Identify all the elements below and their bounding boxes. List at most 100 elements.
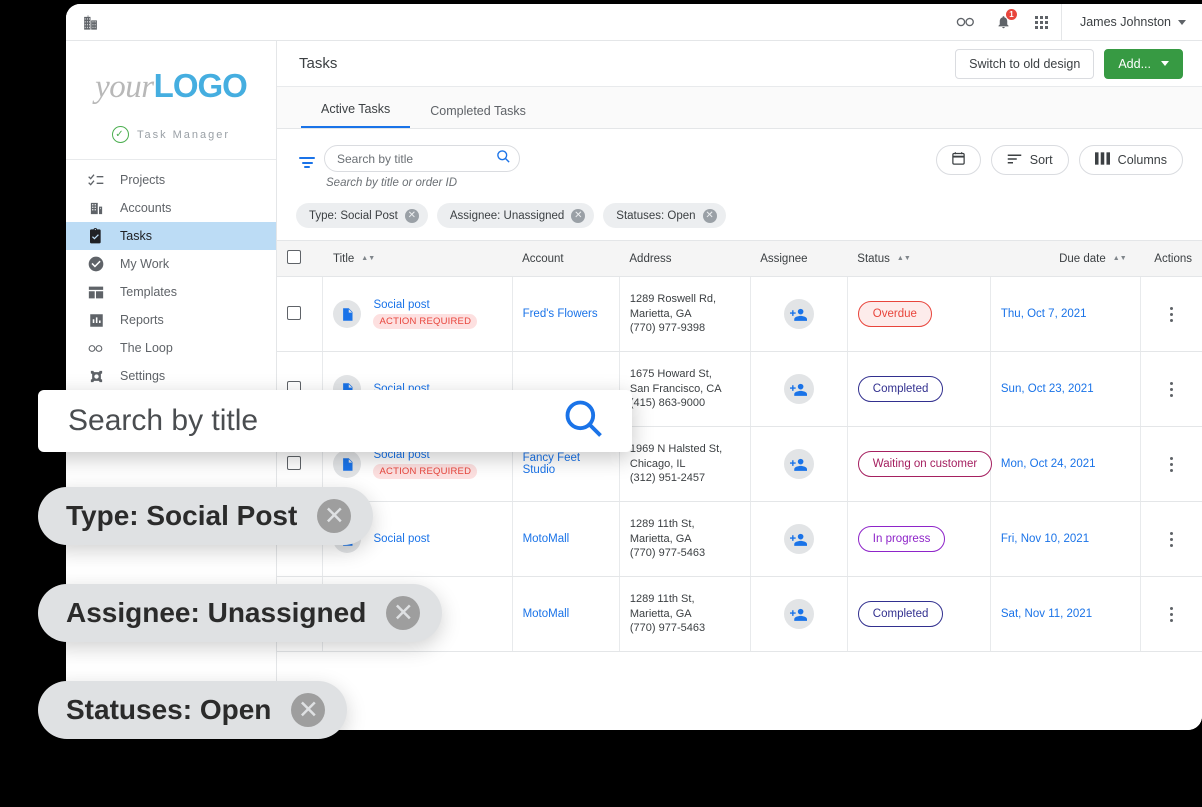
th-select-all[interactable] xyxy=(277,240,323,277)
sidebar-item-my-work[interactable]: My Work xyxy=(66,250,276,278)
sidebar-item-projects[interactable]: Projects xyxy=(66,166,276,194)
row-address-cell: 1289 11th St, Marietta, GA (770) 977-546… xyxy=(619,501,751,577)
close-icon[interactable]: ✕ xyxy=(386,596,421,630)
notifications-bell-icon[interactable]: 1 xyxy=(985,4,1023,41)
due-date-link[interactable]: Thu, Oct 7, 2021 xyxy=(1001,308,1087,320)
th-due-date[interactable]: Due date ▲▼ xyxy=(990,240,1141,277)
due-date-link[interactable]: Sun, Oct 23, 2021 xyxy=(1001,383,1094,395)
address-line-1: 1969 N Halsted St, xyxy=(629,442,723,455)
filter-chip-assignee[interactable]: Assignee: Unassigned ✕ xyxy=(436,203,595,228)
sidebar-item-the-loop[interactable]: The Loop xyxy=(66,334,276,362)
filter-icon[interactable] xyxy=(296,157,318,168)
due-date-link[interactable]: Mon, Oct 24, 2021 xyxy=(1001,458,1096,470)
due-date-link[interactable]: Fri, Nov 10, 2021 xyxy=(1001,533,1089,545)
close-icon[interactable]: ✕ xyxy=(702,208,717,223)
search-icon[interactable] xyxy=(496,149,511,169)
filter-chip-statuses[interactable]: Statuses: Open ✕ xyxy=(603,203,726,228)
account-link[interactable]: Fred's Flowers xyxy=(523,308,598,320)
row-actions-cell[interactable] xyxy=(1140,426,1202,502)
apps-grid-icon[interactable] xyxy=(1023,4,1061,41)
row-checkbox[interactable] xyxy=(287,455,301,470)
address-phone: (770) 977-5463 xyxy=(629,547,706,560)
th-assignee-label: Assignee xyxy=(760,252,808,265)
account-link[interactable]: Fancy Feet Studio xyxy=(523,452,581,476)
more-actions-icon[interactable] xyxy=(1151,606,1192,622)
sidebar-item-label: The Loop xyxy=(120,341,173,355)
search-box[interactable] xyxy=(324,145,520,172)
more-actions-icon[interactable] xyxy=(1151,456,1192,472)
row-actions-cell[interactable] xyxy=(1140,501,1202,577)
callout-chip-assignee[interactable]: Assignee: Unassigned ✕ xyxy=(38,584,443,642)
close-icon[interactable]: ✕ xyxy=(571,208,586,223)
more-actions-icon[interactable] xyxy=(1151,381,1192,397)
callout-search-magnified[interactable]: Search by title xyxy=(38,390,632,452)
more-actions-icon[interactable] xyxy=(1151,306,1192,322)
th-account-label: Account xyxy=(522,252,564,265)
row-checkbox[interactable] xyxy=(287,305,301,320)
close-icon[interactable]: ✕ xyxy=(317,499,352,533)
add-button-label: Add... xyxy=(1118,56,1151,71)
row-actions-cell[interactable] xyxy=(1140,576,1202,652)
add-assignee-icon[interactable] xyxy=(783,449,814,479)
loop-infinity-icon[interactable] xyxy=(947,4,985,41)
row-assignee-cell[interactable] xyxy=(750,351,848,427)
sidebar-item-settings[interactable]: Settings xyxy=(66,362,276,390)
sidebar-item-reports[interactable]: Reports xyxy=(66,306,276,334)
sidebar-item-label: Templates xyxy=(120,285,177,299)
active-filters: Type: Social Post ✕ Assignee: Unassigned… xyxy=(277,189,1202,240)
search-input[interactable] xyxy=(337,151,496,166)
page-header: Tasks Switch to old design Add... xyxy=(277,41,1202,87)
sidebar-item-accounts[interactable]: Accounts xyxy=(66,194,276,222)
chevron-down-icon xyxy=(1161,61,1169,66)
close-icon[interactable]: ✕ xyxy=(404,208,419,223)
tab-completed-tasks[interactable]: Completed Tasks xyxy=(410,104,546,128)
account-link[interactable]: MotoMall xyxy=(523,533,570,545)
more-actions-icon[interactable] xyxy=(1151,531,1192,547)
add-assignee-icon[interactable] xyxy=(783,299,814,329)
app-building-icon[interactable] xyxy=(82,14,99,31)
account-link[interactable]: MotoMall xyxy=(523,608,570,620)
table-row[interactable]: Social post ACTION REQUIRED Fred's Flowe… xyxy=(277,276,1202,352)
select-all-checkbox[interactable] xyxy=(287,250,301,264)
tasks-table-scroll[interactable]: Title ▲▼ Account Address Assignee Status… xyxy=(277,240,1202,730)
clipboard-check-icon xyxy=(88,228,104,244)
status-badge: In progress xyxy=(857,526,946,552)
add-assignee-icon[interactable] xyxy=(783,524,814,554)
sort-label: Sort xyxy=(1029,153,1053,167)
add-assignee-icon[interactable] xyxy=(783,599,814,629)
filter-chip-type[interactable]: Type: Social Post ✕ xyxy=(296,203,428,228)
due-date-link[interactable]: Sat, Nov 11, 2021 xyxy=(1001,608,1092,620)
th-title[interactable]: Title ▲▼ xyxy=(322,240,513,277)
search-icon[interactable] xyxy=(562,397,606,446)
tab-active-tasks[interactable]: Active Tasks xyxy=(301,102,411,128)
callout-chip-type[interactable]: Type: Social Post ✕ xyxy=(38,487,374,545)
check-circle-icon xyxy=(88,256,104,272)
add-assignee-icon[interactable] xyxy=(783,374,814,404)
calendar-button[interactable] xyxy=(935,145,981,175)
row-assignee-cell[interactable] xyxy=(750,426,848,502)
row-assignee-cell[interactable] xyxy=(750,501,848,577)
switch-to-old-design-button[interactable]: Switch to old design xyxy=(955,48,1095,79)
row-due-date-cell: Fri, Nov 10, 2021 xyxy=(990,501,1142,577)
add-button[interactable]: Add... xyxy=(1104,48,1183,79)
row-assignee-cell[interactable] xyxy=(750,576,848,652)
task-title-link[interactable]: Social post xyxy=(373,533,429,545)
close-icon[interactable]: ✕ xyxy=(291,693,326,727)
row-assignee-cell[interactable] xyxy=(750,276,848,352)
status-badge: Overdue xyxy=(857,301,932,327)
sidebar-item-templates[interactable]: Templates xyxy=(66,278,276,306)
row-actions-cell[interactable] xyxy=(1140,276,1202,352)
th-status[interactable]: Status ▲▼ xyxy=(847,240,991,277)
sidebar-item-tasks[interactable]: Tasks xyxy=(66,222,276,250)
callout-chip-statuses[interactable]: Statuses: Open ✕ xyxy=(38,681,348,739)
user-name: James Johnston xyxy=(1079,15,1171,29)
row-select-cell[interactable] xyxy=(277,276,324,352)
th-actions-label: Actions xyxy=(1154,252,1192,265)
row-actions-cell[interactable] xyxy=(1140,351,1202,427)
user-menu[interactable]: James Johnston xyxy=(1060,4,1202,40)
table-tools: Sort Columns xyxy=(935,145,1183,175)
sort-button[interactable]: Sort xyxy=(990,145,1069,175)
task-title-link[interactable]: Social post xyxy=(373,299,477,311)
columns-button[interactable]: Columns xyxy=(1078,145,1183,175)
table-row[interactable]: Social post MotoMall 1289 11th St, xyxy=(277,501,1202,577)
